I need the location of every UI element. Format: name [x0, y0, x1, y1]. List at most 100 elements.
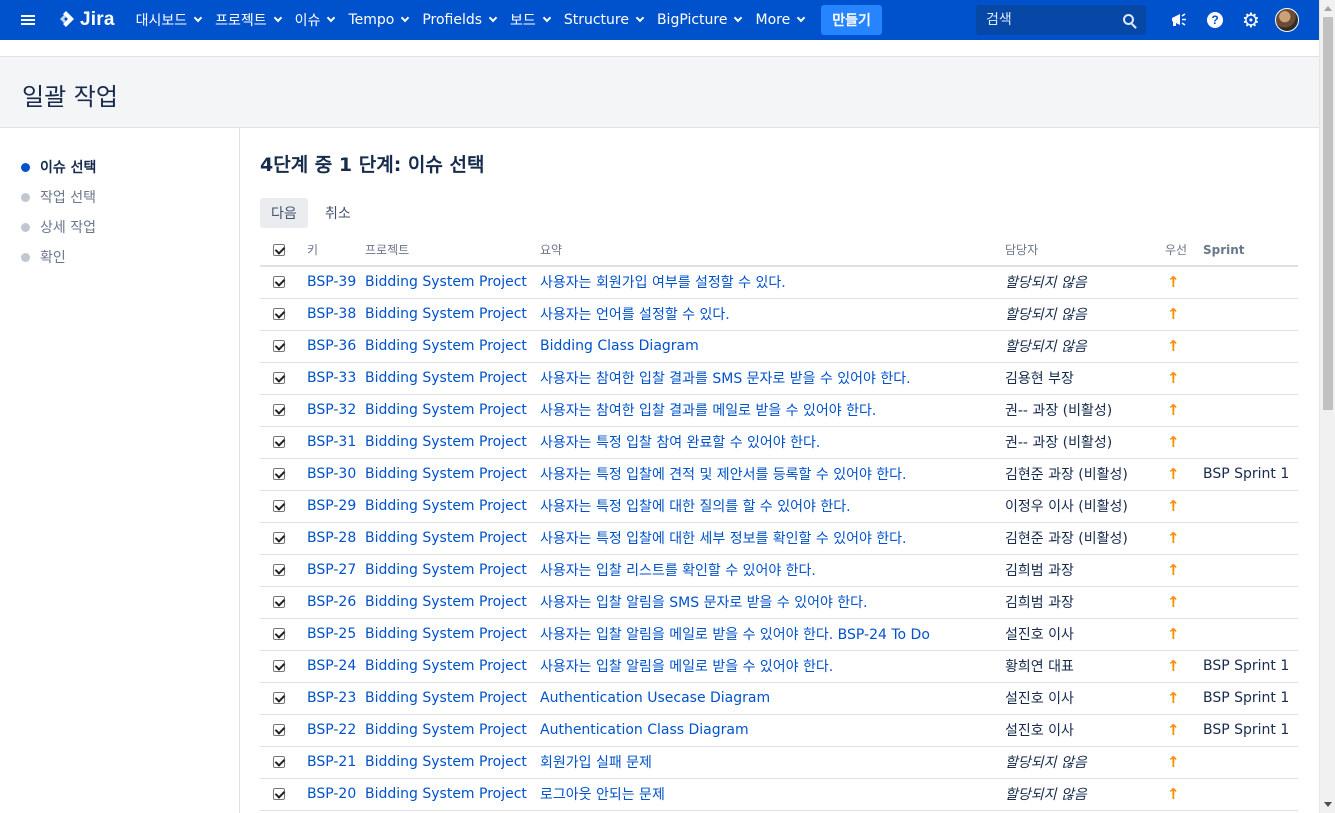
- summary-link[interactable]: 사용자는 특정 입찰에 견적 및 제안서를 등록할 수 있어야 한다.: [540, 467, 907, 483]
- issue-key-link[interactable]: BSP-30: [307, 466, 356, 482]
- summary-link[interactable]: 사용자는 참여한 입찰 결과를 메일로 받을 수 있어야 한다.: [540, 403, 876, 419]
- summary-link[interactable]: 사용자는 입찰 리스트를 확인할 수 있어야 한다.: [540, 563, 816, 579]
- issue-key-link[interactable]: BSP-20: [307, 786, 356, 802]
- summary-link[interactable]: Bidding Class Diagram: [540, 338, 699, 354]
- issue-key-link[interactable]: BSP-26: [307, 594, 356, 610]
- row-checkbox[interactable]: [273, 756, 285, 768]
- issue-key-link[interactable]: BSP-33: [307, 370, 356, 386]
- jira-logo[interactable]: Jira: [56, 9, 115, 31]
- select-all-checkbox[interactable]: [273, 244, 285, 256]
- summary-link[interactable]: Authentication Class Diagram: [540, 722, 749, 738]
- column-header-project[interactable]: 프로젝트: [365, 234, 540, 267]
- nav-item-issues[interactable]: 이슈: [288, 0, 342, 40]
- row-checkbox[interactable]: [273, 660, 285, 672]
- next-button[interactable]: 다음: [260, 198, 308, 228]
- summary-link[interactable]: 사용자는 특정 입찰 참여 완료할 수 있어야 한다.: [540, 435, 820, 451]
- settings-button[interactable]: ⚙: [1233, 0, 1269, 40]
- project-link[interactable]: Bidding System Project: [365, 402, 527, 418]
- project-link[interactable]: Bidding System Project: [365, 722, 527, 738]
- issue-key-link[interactable]: BSP-21: [307, 754, 356, 770]
- issue-key-link[interactable]: BSP-22: [307, 722, 356, 738]
- scroll-down-arrow-icon[interactable]: [1324, 802, 1332, 807]
- search-icon[interactable]: [1123, 14, 1134, 25]
- summary-link[interactable]: Authentication Usecase Diagram: [540, 690, 770, 706]
- issue-key-link[interactable]: BSP-31: [307, 434, 356, 450]
- summary-link[interactable]: 사용자는 특정 입찰에 대한 세부 정보를 확인할 수 있어야 한다.: [540, 531, 907, 547]
- column-header-sprint[interactable]: Sprint: [1203, 234, 1298, 267]
- row-checkbox[interactable]: [273, 692, 285, 704]
- project-link[interactable]: Bidding System Project: [365, 562, 527, 578]
- summary-link[interactable]: 사용자는 입찰 알림을 메일로 받을 수 있어야 한다.: [540, 659, 833, 675]
- row-checkbox[interactable]: [273, 340, 285, 352]
- project-link[interactable]: Bidding System Project: [365, 658, 527, 674]
- issue-key-link[interactable]: BSP-28: [307, 530, 356, 546]
- summary-link[interactable]: 사용자는 특정 입찰에 대한 질의를 할 수 있어야 한다.: [540, 499, 851, 515]
- issue-key-link[interactable]: BSP-27: [307, 562, 356, 578]
- row-checkbox[interactable]: [273, 372, 285, 384]
- row-checkbox[interactable]: [273, 404, 285, 416]
- nav-item-projects[interactable]: 프로젝트: [208, 0, 288, 40]
- row-checkbox[interactable]: [273, 724, 285, 736]
- row-checkbox[interactable]: [273, 436, 285, 448]
- project-link[interactable]: Bidding System Project: [365, 466, 527, 482]
- row-checkbox[interactable]: [273, 532, 285, 544]
- row-checkbox[interactable]: [273, 628, 285, 640]
- search-input[interactable]: [986, 12, 1106, 28]
- create-button[interactable]: 만들기: [821, 5, 882, 35]
- issue-key-link[interactable]: BSP-36: [307, 338, 356, 354]
- row-checkbox[interactable]: [273, 596, 285, 608]
- menu-icon[interactable]: [0, 0, 56, 40]
- wizard-step-select-issues[interactable]: 이슈 선택: [0, 152, 239, 182]
- column-header-assignee[interactable]: 담당자: [1005, 234, 1165, 267]
- cancel-link[interactable]: 취소: [315, 198, 361, 228]
- row-checkbox[interactable]: [273, 788, 285, 800]
- nav-item-dashboards[interactable]: 대시보드: [129, 0, 209, 40]
- notifications-megaphone-icon[interactable]: [1161, 0, 1197, 40]
- summary-link[interactable]: 로그아웃 안되는 문제: [540, 787, 665, 803]
- issue-key-link[interactable]: BSP-23: [307, 690, 356, 706]
- summary-link[interactable]: 사용자는 입찰 알림을 메일로 받을 수 있어야 한다. BSP-24 To D…: [540, 627, 930, 643]
- project-link[interactable]: Bidding System Project: [365, 594, 527, 610]
- project-link[interactable]: Bidding System Project: [365, 370, 527, 386]
- scroll-up-arrow-icon[interactable]: [1324, 6, 1332, 11]
- column-header-priority[interactable]: 우선: [1165, 234, 1203, 267]
- nav-item-profields[interactable]: Profields: [415, 0, 503, 40]
- issue-key-link[interactable]: BSP-38: [307, 306, 356, 322]
- project-link[interactable]: Bidding System Project: [365, 530, 527, 546]
- column-header-summary[interactable]: 요약: [540, 234, 1005, 267]
- issue-key-link[interactable]: BSP-25: [307, 626, 356, 642]
- project-link[interactable]: Bidding System Project: [365, 786, 527, 802]
- project-link[interactable]: Bidding System Project: [365, 434, 527, 450]
- column-header-key[interactable]: 키: [307, 234, 365, 267]
- row-checkbox[interactable]: [273, 468, 285, 480]
- summary-link[interactable]: 사용자는 참여한 입찰 결과를 SMS 문자로 받을 수 있어야 한다.: [540, 371, 911, 387]
- project-link[interactable]: Bidding System Project: [365, 626, 527, 642]
- project-link[interactable]: Bidding System Project: [365, 690, 527, 706]
- nav-item-bigpicture[interactable]: BigPicture: [650, 0, 749, 40]
- issue-key-link[interactable]: BSP-39: [307, 274, 356, 290]
- row-checkbox[interactable]: [273, 564, 285, 576]
- summary-link[interactable]: 사용자는 회원가입 여부를 설정할 수 있다.: [540, 275, 786, 291]
- summary-link[interactable]: 회원가입 실패 문제: [540, 755, 652, 771]
- project-link[interactable]: Bidding System Project: [365, 498, 527, 514]
- row-checkbox[interactable]: [273, 500, 285, 512]
- nav-item-boards[interactable]: 보드: [503, 0, 557, 40]
- project-link[interactable]: Bidding System Project: [365, 754, 527, 770]
- summary-link[interactable]: 사용자는 언어를 설정할 수 있다.: [540, 307, 730, 323]
- project-link[interactable]: Bidding System Project: [365, 306, 527, 322]
- scrollbar-thumb[interactable]: [1323, 17, 1333, 410]
- nav-item-more[interactable]: More: [748, 0, 811, 40]
- nav-item-structure[interactable]: Structure: [557, 0, 650, 40]
- row-checkbox[interactable]: [273, 276, 285, 289]
- row-checkbox[interactable]: [273, 308, 285, 320]
- page-scrollbar[interactable]: [1319, 0, 1335, 813]
- nav-item-tempo[interactable]: Tempo: [341, 0, 415, 40]
- summary-link[interactable]: 사용자는 입찰 알림을 SMS 문자로 받을 수 있어야 한다.: [540, 595, 868, 611]
- issue-key-link[interactable]: BSP-29: [307, 498, 356, 514]
- help-button[interactable]: ?: [1197, 0, 1233, 40]
- project-link[interactable]: Bidding System Project: [365, 338, 527, 354]
- issue-key-link[interactable]: BSP-32: [307, 402, 356, 418]
- issue-key-link[interactable]: BSP-24: [307, 658, 356, 674]
- project-link[interactable]: Bidding System Project: [365, 274, 527, 290]
- user-avatar[interactable]: [1275, 8, 1299, 32]
